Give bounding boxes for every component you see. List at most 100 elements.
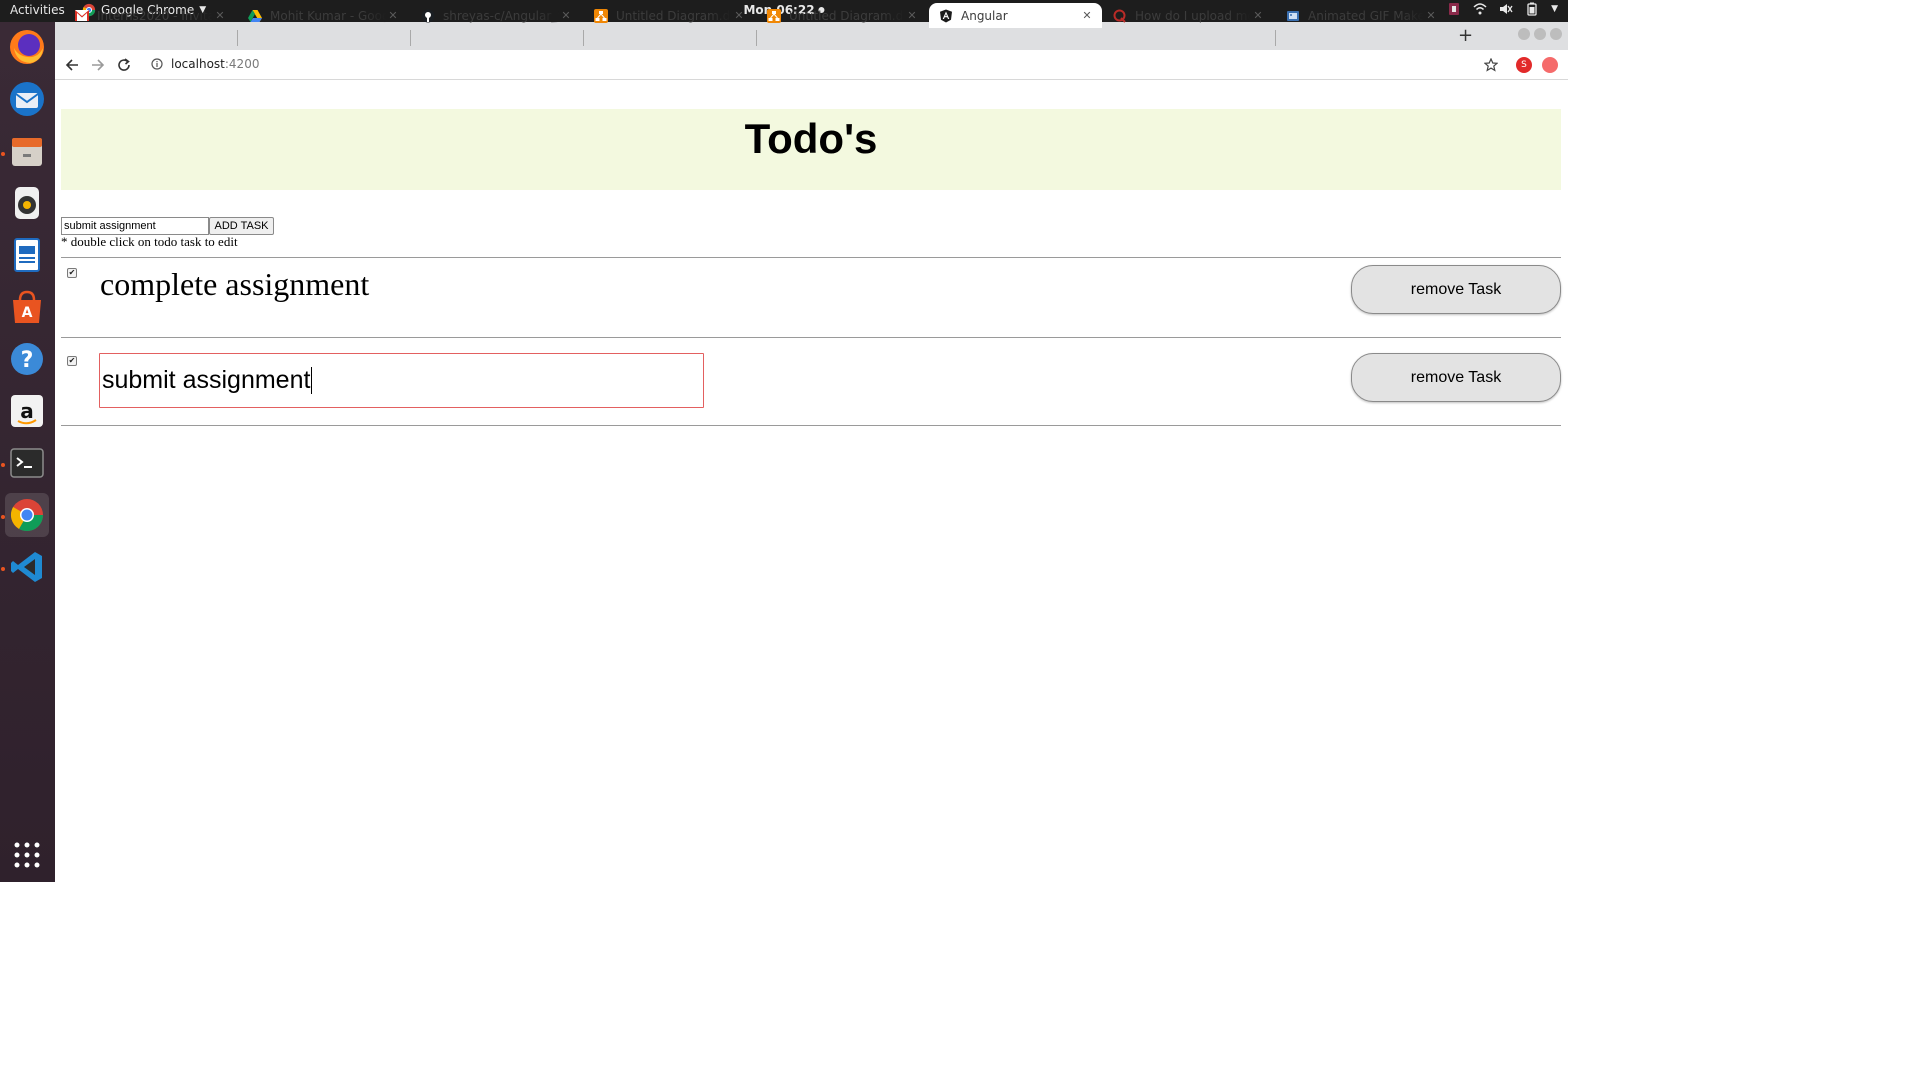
tab-separator xyxy=(410,30,411,46)
browser-tab[interactable]: Untitled Diagram.dra ✕ xyxy=(584,3,754,28)
profile-extension-icon[interactable]: S xyxy=(1516,57,1532,73)
url-host: localhost xyxy=(171,57,225,71)
rhythmbox-launcher[interactable] xyxy=(5,181,49,225)
task-checkbox[interactable]: ✔ xyxy=(67,268,77,278)
svg-text:A: A xyxy=(22,305,33,321)
new-tab-button[interactable]: + xyxy=(1458,25,1473,46)
drawio-icon xyxy=(767,8,781,23)
thunderbird-icon xyxy=(10,82,44,116)
rhythmbox-icon xyxy=(15,187,39,219)
remove-task-button[interactable]: remove Task xyxy=(1351,265,1561,314)
task-checkbox[interactable]: ✔ xyxy=(67,356,77,366)
task-edit-value: submit assignment xyxy=(102,366,311,394)
browser-tab[interactable]: Mohit Kumar - Google ✕ xyxy=(238,3,408,28)
tab-separator xyxy=(756,30,757,46)
minimize-window-icon[interactable] xyxy=(1518,28,1530,40)
browser-tab-title: How do I upload mor xyxy=(1135,8,1251,23)
close-window-icon[interactable] xyxy=(1550,28,1562,40)
drawio-icon xyxy=(594,8,608,23)
close-tab-icon[interactable]: ✕ xyxy=(1080,9,1094,22)
help-icon: ? xyxy=(11,343,43,375)
address-bar[interactable]: localhost:4200 xyxy=(151,57,259,71)
files-icon xyxy=(12,138,42,166)
show-applications-button[interactable] xyxy=(5,833,49,877)
close-tab-icon[interactable]: ✕ xyxy=(732,9,746,22)
browser-tab[interactable]: How do I upload mor ✕ xyxy=(1103,3,1273,28)
writer-icon xyxy=(14,238,40,272)
close-tab-icon[interactable]: ✕ xyxy=(905,9,919,22)
star-icon xyxy=(1484,58,1498,72)
battery-icon[interactable] xyxy=(1525,2,1539,16)
svg-text:a: a xyxy=(20,399,34,423)
amazon-launcher[interactable]: a xyxy=(5,389,49,433)
chrome-icon xyxy=(10,499,44,532)
info-icon xyxy=(151,58,163,70)
header-banner: Todo's xyxy=(61,109,1561,190)
firefox-icon xyxy=(10,30,44,64)
tab-separator xyxy=(237,30,238,46)
browser-tab[interactable]: Untitled Diagram.dra ✕ xyxy=(757,3,927,28)
tab-separator xyxy=(583,30,584,46)
maximize-window-icon[interactable] xyxy=(1534,28,1546,40)
ubuntu-dock: A ? a xyxy=(0,22,55,882)
help-launcher[interactable]: ? xyxy=(5,337,49,381)
browser-tab-title: Interns2020 - Invitatio xyxy=(97,8,213,23)
close-tab-icon[interactable]: ✕ xyxy=(213,9,227,22)
browser-tab-title: Untitled Diagram.dra xyxy=(789,8,905,23)
forward-button[interactable] xyxy=(89,56,107,74)
divider xyxy=(61,425,1561,426)
back-button[interactable] xyxy=(63,56,81,74)
browser-tab[interactable]: Interns2020 - Invitatio ✕ xyxy=(65,3,235,28)
activities-button[interactable]: Activities xyxy=(10,3,65,17)
close-tab-icon[interactable]: ✕ xyxy=(1251,9,1265,22)
chevron-down-icon[interactable]: ▼ xyxy=(1551,4,1558,14)
wifi-icon[interactable] xyxy=(1473,2,1487,16)
files-launcher[interactable] xyxy=(5,129,49,173)
bookmark-button[interactable] xyxy=(1482,56,1500,74)
terminal-launcher[interactable] xyxy=(5,441,49,485)
task-edit-input[interactable]: submit assignment xyxy=(99,353,704,408)
indicator-icon[interactable] xyxy=(1447,2,1461,16)
divider xyxy=(61,257,1561,258)
browser-tab-title: Angular xyxy=(961,8,1008,23)
browser-tab[interactable]: Animated GIF Maker ✕ xyxy=(1276,3,1446,28)
system-tray[interactable]: ▼ xyxy=(1447,2,1558,16)
text-caret xyxy=(311,367,313,394)
divider xyxy=(61,337,1561,338)
volume-muted-icon[interactable] xyxy=(1499,2,1513,16)
arrow-right-icon xyxy=(92,59,105,71)
reload-icon xyxy=(118,58,130,71)
writer-launcher[interactable] xyxy=(5,233,49,277)
amazon-icon: a xyxy=(11,395,43,427)
github-icon xyxy=(421,9,435,23)
close-tab-icon[interactable]: ✕ xyxy=(386,9,400,22)
thunderbird-launcher[interactable] xyxy=(5,77,49,121)
gmail-icon xyxy=(75,9,89,23)
browser-tab[interactable]: shreyas-c/Angular_to ✕ xyxy=(411,3,581,28)
gif-maker-icon xyxy=(1286,9,1300,23)
edit-hint: * double click on todo task to edit xyxy=(61,234,238,249)
browser-tab-title: Mohit Kumar - Google xyxy=(270,8,386,23)
browser-tab-active[interactable]: Angular ✕ xyxy=(929,3,1102,28)
software-center-launcher[interactable]: A xyxy=(5,285,49,329)
firefox-launcher[interactable] xyxy=(5,25,49,69)
svg-text:?: ? xyxy=(21,348,34,373)
page-content: Todo's ADD TASK * double click on todo t… xyxy=(55,81,1568,882)
app-grid-icon xyxy=(14,842,40,868)
extension-icon[interactable] xyxy=(1542,57,1558,73)
tab-separator xyxy=(1275,30,1276,46)
task-label[interactable]: complete assignment xyxy=(100,266,369,303)
reload-button[interactable] xyxy=(115,56,133,74)
terminal-icon xyxy=(10,448,44,478)
add-task-button[interactable]: ADD TASK xyxy=(209,217,274,235)
angular-icon xyxy=(939,9,953,23)
software-center-icon: A xyxy=(13,290,41,323)
vscode-launcher[interactable] xyxy=(5,545,49,589)
remove-task-button[interactable]: remove Task xyxy=(1351,353,1561,402)
chrome-launcher[interactable] xyxy=(5,493,49,537)
close-tab-icon[interactable]: ✕ xyxy=(1424,9,1438,22)
close-tab-icon[interactable]: ✕ xyxy=(559,9,573,22)
browser-toolbar: localhost:4200 xyxy=(55,50,1568,80)
new-task-input[interactable] xyxy=(61,217,209,235)
quora-icon xyxy=(1113,9,1127,23)
